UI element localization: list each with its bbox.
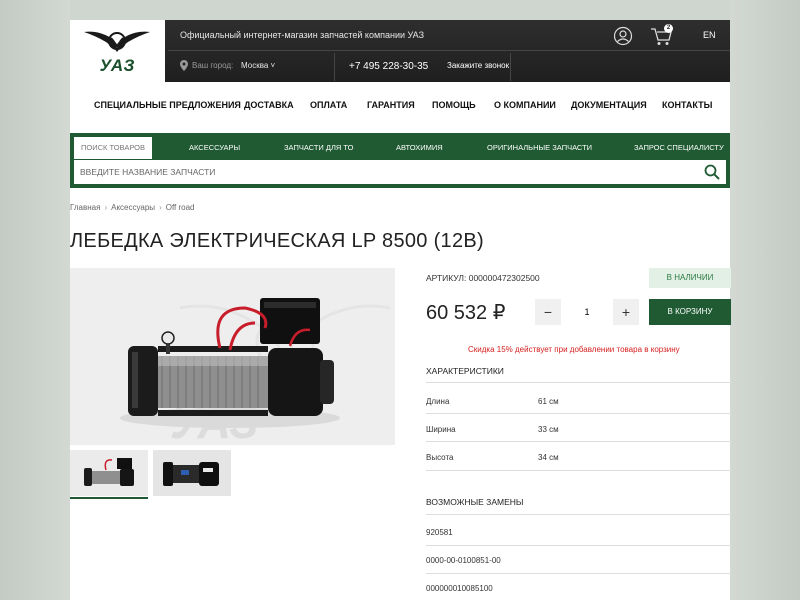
catalog-bar: ПОИСК ТОВАРОВ АКСЕССУАРЫ ЗАПЧАСТИ ДЛЯ ТО… <box>70 133 730 188</box>
nav-item-contacts[interactable]: КОНТАКТЫ <box>662 100 712 110</box>
spec-value: 33 см <box>538 425 559 434</box>
divider <box>426 573 731 574</box>
nav-item-help[interactable]: ПОМОЩЬ <box>432 100 476 110</box>
quantity-stepper: − + <box>535 299 639 325</box>
specs-heading: ХАРАКТЕРИСТИКИ <box>426 366 504 376</box>
replacements-heading: ВОЗМОЖНЫЕ ЗАМЕНЫ <box>426 497 524 507</box>
city-value: Москва <box>241 61 269 70</box>
product-thumbnail-2[interactable] <box>153 450 231 496</box>
city-label: Ваш город: <box>192 61 234 70</box>
divider <box>426 382 731 383</box>
header-separator <box>334 53 335 81</box>
breadcrumb: Главная › Аксессуары › Off road <box>70 203 195 212</box>
page-background-left <box>0 0 70 600</box>
nav-item-special-offers[interactable]: СПЕЦИАЛЬНЫЕ ПРЕДЛОЖЕНИЯ <box>94 100 241 110</box>
chevron-right-icon: › <box>159 203 162 212</box>
site-logo[interactable]: УАЗ <box>70 20 165 82</box>
phone-number[interactable]: +7 495 228-30-35 <box>349 61 428 72</box>
search-icon[interactable] <box>704 164 720 180</box>
cart-count-badge: 2 <box>664 24 673 33</box>
spec-name: Ширина <box>426 425 456 434</box>
replacement-item[interactable]: 920581 <box>426 528 453 537</box>
user-account-icon[interactable] <box>613 26 633 46</box>
discount-note: Скидка 15% действует при добавлении това… <box>468 345 680 354</box>
language-switch[interactable]: EN <box>703 30 716 40</box>
breadcrumb-home[interactable]: Главная <box>70 203 100 212</box>
header-separator <box>510 53 511 81</box>
header-tagline: Официальный интернет-магазин запчастей к… <box>180 30 425 40</box>
uaz-wings-icon <box>84 31 150 52</box>
spec-name: Длина <box>426 397 450 406</box>
city-selector[interactable]: Москва ˅ <box>241 61 275 70</box>
top-header-bar: УАЗ Официальный интернет-магазин запчаст… <box>70 20 730 82</box>
nav-item-about[interactable]: О КОМПАНИИ <box>494 100 556 110</box>
catalog-item-ask-specialist[interactable]: ЗАПРОС СПЕЦИАЛИСТУ <box>634 137 724 159</box>
replacement-item[interactable]: 0000-00-0100851-00 <box>426 556 501 565</box>
nav-item-warranty[interactable]: ГАРАНТИЯ <box>367 100 415 110</box>
active-thumbnail-indicator <box>70 497 148 499</box>
divider <box>426 413 731 414</box>
page-container: УАЗ Официальный интернет-магазин запчаст… <box>70 20 731 600</box>
main-navigation: СПЕЦИАЛЬНЫЕ ПРЕДЛОЖЕНИЯ ДОСТАВКА ОПЛАТА … <box>70 100 730 116</box>
nav-item-documentation[interactable]: ДОКУМЕНТАЦИЯ <box>571 100 647 110</box>
breadcrumb-accessories[interactable]: Аксессуары <box>111 203 155 212</box>
winch-image: УАЗ <box>120 298 391 445</box>
chevron-down-icon: ˅ <box>268 61 276 70</box>
catalog-item-autochemistry[interactable]: АВТОХИМИЯ <box>396 137 443 159</box>
replacement-item[interactable]: 000000010085100 <box>426 584 493 593</box>
add-to-cart-button[interactable]: В КОРЗИНУ <box>649 299 731 325</box>
search-field-wrapper <box>74 160 726 184</box>
page-background-right <box>730 0 800 600</box>
quantity-decrease-button[interactable]: − <box>535 299 561 325</box>
spec-value: 34 см <box>538 453 559 462</box>
quantity-increase-button[interactable]: + <box>613 299 639 325</box>
thumbnail-image <box>70 450 148 496</box>
thumbnail-image <box>153 450 231 496</box>
divider <box>426 470 731 471</box>
quantity-input[interactable] <box>561 299 613 325</box>
product-main-image[interactable]: УАЗ <box>70 268 395 445</box>
header-divider <box>168 50 730 51</box>
search-input[interactable] <box>78 160 678 184</box>
product-sku: АРТИКУЛ: 000000472302500 <box>426 273 540 283</box>
spec-name: Высота <box>426 453 454 462</box>
nav-item-payment[interactable]: ОПЛАТА <box>310 100 347 110</box>
divider <box>426 441 731 442</box>
divider <box>426 514 731 515</box>
spec-value: 61 см <box>538 397 559 406</box>
nav-item-delivery[interactable]: ДОСТАВКА <box>244 100 294 110</box>
catalog-item-accessories[interactable]: АКСЕССУАРЫ <box>189 137 240 159</box>
breadcrumb-offroad[interactable]: Off road <box>166 203 195 212</box>
catalog-item-original-parts[interactable]: ОРИГИНАЛЬНЫЕ ЗАПЧАСТИ <box>487 137 592 159</box>
page-title: ЛЕБЕДКА ЭЛЕКТРИЧЕСКАЯ LP 8500 (12В) <box>70 230 484 252</box>
tab-search-products[interactable]: ПОИСК ТОВАРОВ <box>74 137 152 159</box>
location-pin-icon <box>180 60 188 71</box>
chevron-right-icon: › <box>104 203 108 212</box>
catalog-item-maintenance-parts[interactable]: ЗАПЧАСТИ ДЛЯ ТО <box>284 137 353 159</box>
product-price: 60 532 ₽ <box>426 302 506 324</box>
logo-text: УАЗ <box>99 56 136 75</box>
callback-link[interactable]: Закажите звонок <box>447 61 509 70</box>
divider <box>426 545 731 546</box>
product-thumbnail-1[interactable] <box>70 450 148 496</box>
stock-badge: В НАЛИЧИИ <box>649 268 731 288</box>
